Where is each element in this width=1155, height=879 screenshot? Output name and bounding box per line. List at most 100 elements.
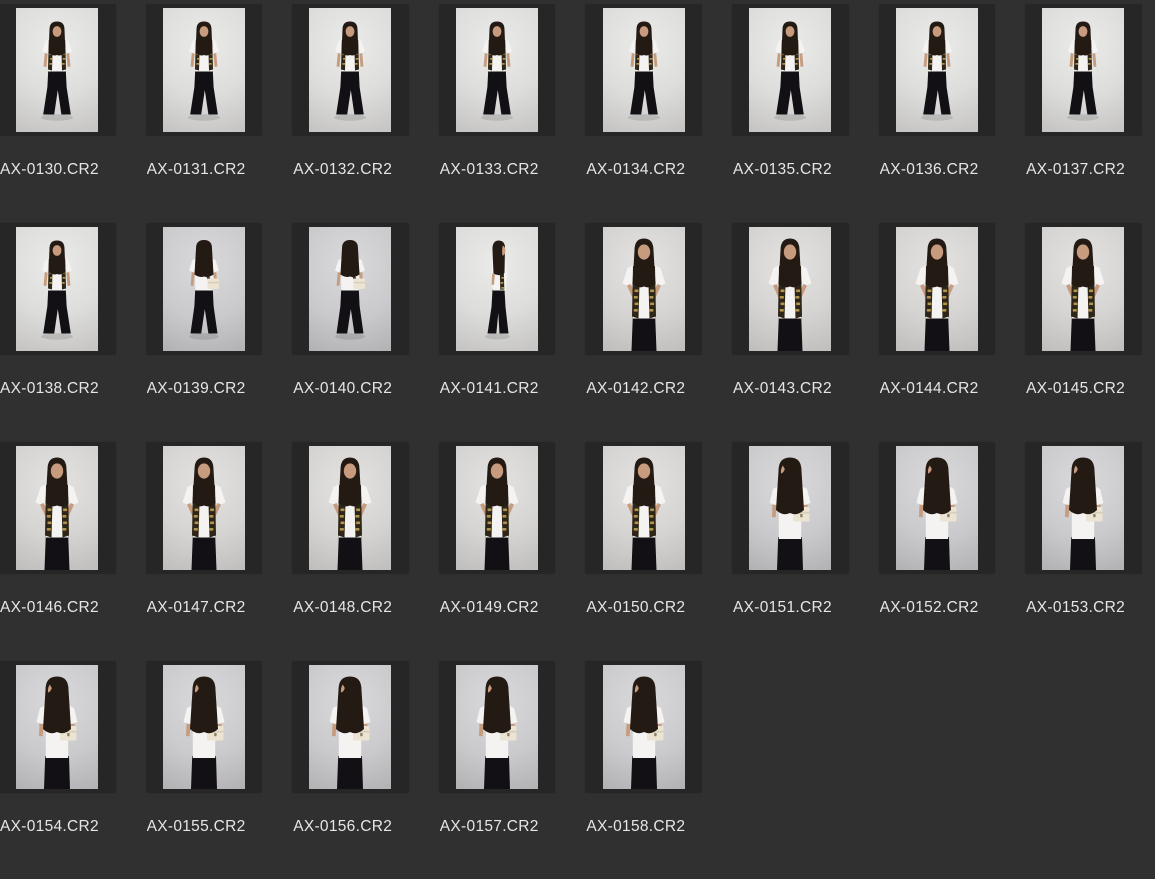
photo-thumbnail-tile[interactable] xyxy=(291,660,410,794)
filename-label[interactable]: AX-0156.CR2 xyxy=(293,818,410,836)
photo-cell[interactable]: AX-0154.CR2 xyxy=(0,660,117,836)
photo-cell[interactable]: AX-0132.CR2 xyxy=(291,3,410,179)
photo-thumbnail-tile[interactable] xyxy=(878,441,997,575)
photo-cell[interactable]: AX-0147.CR2 xyxy=(145,441,264,617)
photo-preview[interactable] xyxy=(163,8,245,132)
photo-thumbnail-tile[interactable] xyxy=(584,660,703,794)
photo-cell[interactable]: AX-0133.CR2 xyxy=(438,3,557,179)
filename-label[interactable]: AX-0136.CR2 xyxy=(880,161,997,179)
photo-cell[interactable]: AX-0157.CR2 xyxy=(438,660,557,836)
filename-label[interactable]: AX-0155.CR2 xyxy=(147,818,264,836)
photo-cell[interactable]: AX-0130.CR2 xyxy=(0,3,117,179)
photo-cell[interactable]: AX-0131.CR2 xyxy=(145,3,264,179)
photo-thumbnail-tile[interactable] xyxy=(291,441,410,575)
photo-thumbnail-tile[interactable] xyxy=(438,441,557,575)
photo-preview[interactable] xyxy=(1042,446,1124,570)
photo-cell[interactable]: AX-0141.CR2 xyxy=(438,222,557,398)
photo-preview[interactable] xyxy=(896,446,978,570)
photo-thumbnail-tile[interactable] xyxy=(438,660,557,794)
photo-thumbnail-tile[interactable] xyxy=(878,222,997,356)
photo-thumbnail-tile[interactable] xyxy=(731,441,850,575)
photo-preview[interactable] xyxy=(749,8,831,132)
photo-cell[interactable]: AX-0142.CR2 xyxy=(584,222,703,398)
photo-cell[interactable]: AX-0150.CR2 xyxy=(584,441,703,617)
photo-preview[interactable] xyxy=(456,665,538,789)
filename-label[interactable]: AX-0153.CR2 xyxy=(1026,599,1143,617)
photo-thumbnail-tile[interactable] xyxy=(731,222,850,356)
photo-cell[interactable]: AX-0153.CR2 xyxy=(1024,441,1143,617)
filename-label[interactable]: AX-0134.CR2 xyxy=(586,161,703,179)
photo-preview[interactable] xyxy=(896,227,978,351)
filename-label[interactable]: AX-0142.CR2 xyxy=(586,380,703,398)
photo-cell[interactable]: AX-0158.CR2 xyxy=(584,660,703,836)
photo-preview[interactable] xyxy=(163,227,245,351)
photo-cell[interactable]: AX-0134.CR2 xyxy=(584,3,703,179)
photo-thumbnail-tile[interactable] xyxy=(145,660,264,794)
photo-preview[interactable] xyxy=(749,446,831,570)
photo-cell[interactable]: AX-0151.CR2 xyxy=(731,441,850,617)
photo-thumbnail-tile[interactable] xyxy=(1024,3,1143,137)
filename-label[interactable]: AX-0138.CR2 xyxy=(0,380,117,398)
photo-preview[interactable] xyxy=(456,446,538,570)
filename-label[interactable]: AX-0147.CR2 xyxy=(147,599,264,617)
filename-label[interactable]: AX-0148.CR2 xyxy=(293,599,410,617)
photo-cell[interactable]: AX-0140.CR2 xyxy=(291,222,410,398)
photo-preview[interactable] xyxy=(309,665,391,789)
filename-label[interactable]: AX-0137.CR2 xyxy=(1026,161,1143,179)
photo-cell[interactable]: AX-0155.CR2 xyxy=(145,660,264,836)
photo-thumbnail-tile[interactable] xyxy=(0,660,117,794)
filename-label[interactable]: AX-0158.CR2 xyxy=(586,818,703,836)
photo-preview[interactable] xyxy=(603,8,685,132)
photo-preview[interactable] xyxy=(16,8,98,132)
photo-thumbnail-tile[interactable] xyxy=(878,3,997,137)
photo-cell[interactable]: AX-0148.CR2 xyxy=(291,441,410,617)
photo-cell[interactable]: AX-0146.CR2 xyxy=(0,441,117,617)
photo-thumbnail-tile[interactable] xyxy=(438,3,557,137)
photo-cell[interactable]: AX-0143.CR2 xyxy=(731,222,850,398)
photo-thumbnail-tile[interactable] xyxy=(584,222,703,356)
photo-cell[interactable]: AX-0138.CR2 xyxy=(0,222,117,398)
photo-preview[interactable] xyxy=(16,446,98,570)
photo-cell[interactable]: AX-0156.CR2 xyxy=(291,660,410,836)
filename-label[interactable]: AX-0131.CR2 xyxy=(147,161,264,179)
photo-cell[interactable]: AX-0145.CR2 xyxy=(1024,222,1143,398)
photo-thumbnail-tile[interactable] xyxy=(0,441,117,575)
photo-thumbnail-tile[interactable] xyxy=(1024,441,1143,575)
photo-preview[interactable] xyxy=(309,446,391,570)
filename-label[interactable]: AX-0149.CR2 xyxy=(440,599,557,617)
photo-cell[interactable]: AX-0136.CR2 xyxy=(878,3,997,179)
photo-preview[interactable] xyxy=(456,8,538,132)
photo-preview[interactable] xyxy=(749,227,831,351)
filename-label[interactable]: AX-0152.CR2 xyxy=(880,599,997,617)
filename-label[interactable]: AX-0157.CR2 xyxy=(440,818,557,836)
photo-preview[interactable] xyxy=(456,227,538,351)
photo-thumbnail-tile[interactable] xyxy=(438,222,557,356)
photo-thumbnail-tile[interactable] xyxy=(731,3,850,137)
photo-thumbnail-tile[interactable] xyxy=(291,3,410,137)
photo-cell[interactable]: AX-0137.CR2 xyxy=(1024,3,1143,179)
photo-thumbnail-tile[interactable] xyxy=(584,441,703,575)
photo-cell[interactable]: AX-0152.CR2 xyxy=(878,441,997,617)
filename-label[interactable]: AX-0141.CR2 xyxy=(440,380,557,398)
photo-thumbnail-tile[interactable] xyxy=(145,441,264,575)
photo-thumbnail-tile[interactable] xyxy=(145,222,264,356)
photo-preview[interactable] xyxy=(163,446,245,570)
photo-thumbnail-tile[interactable] xyxy=(291,222,410,356)
filename-label[interactable]: AX-0146.CR2 xyxy=(0,599,117,617)
filename-label[interactable]: AX-0154.CR2 xyxy=(0,818,117,836)
photo-preview[interactable] xyxy=(603,446,685,570)
photo-preview[interactable] xyxy=(163,665,245,789)
photo-preview[interactable] xyxy=(16,227,98,351)
photo-preview[interactable] xyxy=(309,8,391,132)
filename-label[interactable]: AX-0143.CR2 xyxy=(733,380,850,398)
filename-label[interactable]: AX-0145.CR2 xyxy=(1026,380,1143,398)
photo-preview[interactable] xyxy=(16,665,98,789)
photo-preview[interactable] xyxy=(1042,227,1124,351)
filename-label[interactable]: AX-0140.CR2 xyxy=(293,380,410,398)
filename-label[interactable]: AX-0133.CR2 xyxy=(440,161,557,179)
photo-cell[interactable]: AX-0149.CR2 xyxy=(438,441,557,617)
photo-cell[interactable]: AX-0144.CR2 xyxy=(878,222,997,398)
photo-thumbnail-tile[interactable] xyxy=(584,3,703,137)
photo-preview[interactable] xyxy=(603,227,685,351)
filename-label[interactable]: AX-0139.CR2 xyxy=(147,380,264,398)
